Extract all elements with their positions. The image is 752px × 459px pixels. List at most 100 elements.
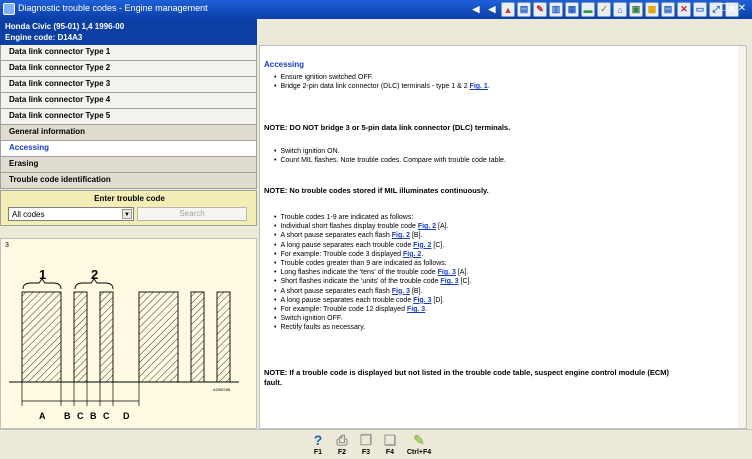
nav-dlc-type-2[interactable]: Data link connector Type 2: [0, 61, 257, 77]
restore-icon[interactable]: ❐: [717, 2, 731, 16]
warning-icon[interactable]: ▲: [501, 2, 515, 17]
figure-link[interactable]: Fig. 2: [418, 223, 436, 230]
flash-bar: [21, 291, 62, 383]
letter-b: B: [90, 411, 97, 421]
figure-panel: 3 1 2 A B C B C D A20M788: [0, 238, 257, 429]
home-icon[interactable]: ⌂: [613, 2, 627, 17]
list-item-suffix: [B].: [410, 287, 423, 295]
list-item-text: A long pause separates each trouble code: [280, 296, 414, 304]
title-bar: Diagnostic trouble codes - Engine manage…: [0, 0, 752, 19]
nav-accessing[interactable]: Accessing: [0, 141, 257, 157]
list-item-suffix: [C].: [458, 278, 472, 286]
engine-code: Engine code: D14A3: [5, 33, 83, 42]
list-item-suffix: .: [421, 250, 424, 258]
battery-icon[interactable]: ▬: [581, 2, 595, 17]
tools-icon[interactable]: ✕: [677, 2, 691, 17]
nav-trouble-code-identification[interactable]: Trouble code identification: [0, 173, 257, 189]
list-item-suffix: [A].: [455, 269, 469, 277]
nav-dlc-type-4[interactable]: Data link connector Type 4: [0, 93, 257, 109]
list-item-text: Short flashes indicate the 'units' of th…: [280, 278, 441, 286]
search-button[interactable]: Search: [137, 207, 247, 221]
pages-button[interactable]: ❏ F4: [380, 432, 400, 457]
checklist-icon[interactable]: ✓: [597, 2, 611, 17]
function-key-label: F1: [313, 449, 323, 456]
list-item-text: Rectify faults as necessary.: [280, 324, 366, 332]
nav-dlc-type-5[interactable]: Data link connector Type 5: [0, 109, 257, 125]
nav-erasing[interactable]: Erasing: [0, 157, 257, 173]
map-icon[interactable]: ▭: [693, 2, 707, 17]
copy-icon: ❐: [359, 432, 373, 448]
bullet-list-2: Switch ignition ON. Count MIL flashes. No…: [274, 147, 506, 165]
nav-dlc-type-3[interactable]: Data link connector Type 3: [0, 77, 257, 93]
list-item: Individual short flashes display trouble…: [274, 222, 471, 231]
engine-icon[interactable]: ▦: [565, 2, 579, 17]
bullet-list-1: Ensure ignition switched OFF. Bridge 2-pi…: [274, 73, 490, 91]
edit-icon: ✎: [413, 432, 425, 448]
calculator-icon[interactable]: ▦: [645, 2, 659, 17]
wrench-icon[interactable]: ✎: [533, 2, 547, 17]
list-item-text: Long flashes indicate the 'tens' of the …: [280, 269, 438, 277]
figure-link[interactable]: Fig. 2: [413, 242, 431, 249]
content-panel: Accessing Ensure ignition switched OFF. B…: [259, 45, 747, 429]
list-item-text: Trouble codes greater than 9 are indicat…: [280, 260, 447, 268]
list-item-text: A short pause separates each flash: [280, 232, 392, 240]
print-button[interactable]: ⎙ F2: [332, 432, 352, 457]
window-title: Diagnostic trouble codes - Engine manage…: [18, 3, 208, 13]
list-item: A short pause separates each flash Fig. …: [274, 231, 471, 240]
nav-general-information[interactable]: General information: [0, 125, 257, 141]
bullet-list-3: Trouble codes 1-9 are indicated as follo…: [274, 213, 471, 333]
photo-icon[interactable]: ▣: [629, 2, 643, 17]
help-icon: ?: [313, 432, 323, 448]
window-controls: ❐ ✕: [717, 2, 749, 16]
list-item-suffix: .: [425, 306, 428, 314]
list-item-text: Switch ignition OFF.: [280, 315, 343, 323]
figure-link[interactable]: Fig. 1: [470, 83, 488, 90]
note-ecm-line-2: fault.: [264, 378, 282, 387]
figure-link[interactable]: Fig. 3: [440, 278, 458, 285]
list-item: Switch ignition ON.: [274, 147, 506, 156]
letter-a: A: [39, 411, 46, 421]
print-icon: ⎙: [336, 432, 348, 448]
function-key-label: F3: [361, 449, 371, 456]
document-icon[interactable]: ▥: [549, 2, 563, 17]
trouble-code-panel: Enter trouble code All codes ▼ Search: [0, 190, 257, 226]
list-item-suffix: [C].: [431, 241, 445, 249]
flash-bar: [190, 291, 205, 383]
doc-icon[interactable]: ▤: [517, 2, 531, 17]
edit-button[interactable]: ✎ Ctrl+F4: [404, 432, 434, 457]
chevron-down-icon[interactable]: ▼: [122, 209, 132, 219]
help-button[interactable]: ? F1: [308, 432, 328, 457]
pages-icon: ❏: [383, 432, 397, 448]
figure-ref: A20M788: [213, 387, 231, 392]
figure-link[interactable]: Fig. 3: [438, 269, 456, 276]
note-ecm-line-1: NOTE: If a trouble code is displayed but…: [264, 368, 670, 377]
figure-link[interactable]: Fig. 3: [407, 306, 425, 313]
section-heading: Accessing: [264, 60, 305, 69]
flash-bar: [138, 291, 179, 383]
letter-d: D: [123, 411, 130, 421]
scrollbar[interactable]: [738, 46, 746, 428]
chart-icon[interactable]: ▤: [661, 2, 675, 17]
app-icon: [3, 3, 15, 15]
list-item-text: Ensure ignition switched OFF.: [280, 74, 374, 81]
letter-b: B: [64, 411, 71, 421]
figure-link[interactable]: Fig. 3: [392, 288, 410, 295]
sidebar-nav: Data link connector Type 1 Data link con…: [0, 45, 257, 189]
list-item: Short flashes indicate the 'units' of th…: [274, 277, 471, 286]
figure-link[interactable]: Fig. 3: [413, 297, 431, 304]
vehicle-model: Honda Civic (95-01) 1,4 1996-00: [5, 22, 125, 31]
figure-link[interactable]: Fig. 2: [392, 232, 410, 239]
close-window-icon[interactable]: ✕: [735, 2, 749, 16]
function-key-label: F2: [337, 449, 347, 456]
figure-link[interactable]: Fig. 2: [403, 251, 421, 258]
list-item: Bridge 2-pin data link connector (DLC) t…: [274, 82, 490, 91]
list-item-suffix: .: [487, 83, 490, 91]
first-page-icon[interactable]: ◀: [469, 2, 483, 17]
dimension-lines: [21, 382, 140, 406]
trouble-code-select[interactable]: All codes ▼: [8, 207, 134, 221]
list-item: For example: Trouble code 12 displayed F…: [274, 305, 471, 314]
copy-button[interactable]: ❐ F3: [356, 432, 376, 457]
prev-page-icon[interactable]: ◀: [485, 2, 499, 17]
nav-dlc-type-1[interactable]: Data link connector Type 1: [0, 45, 257, 61]
list-item-text: A short pause separates each flash: [280, 287, 392, 295]
